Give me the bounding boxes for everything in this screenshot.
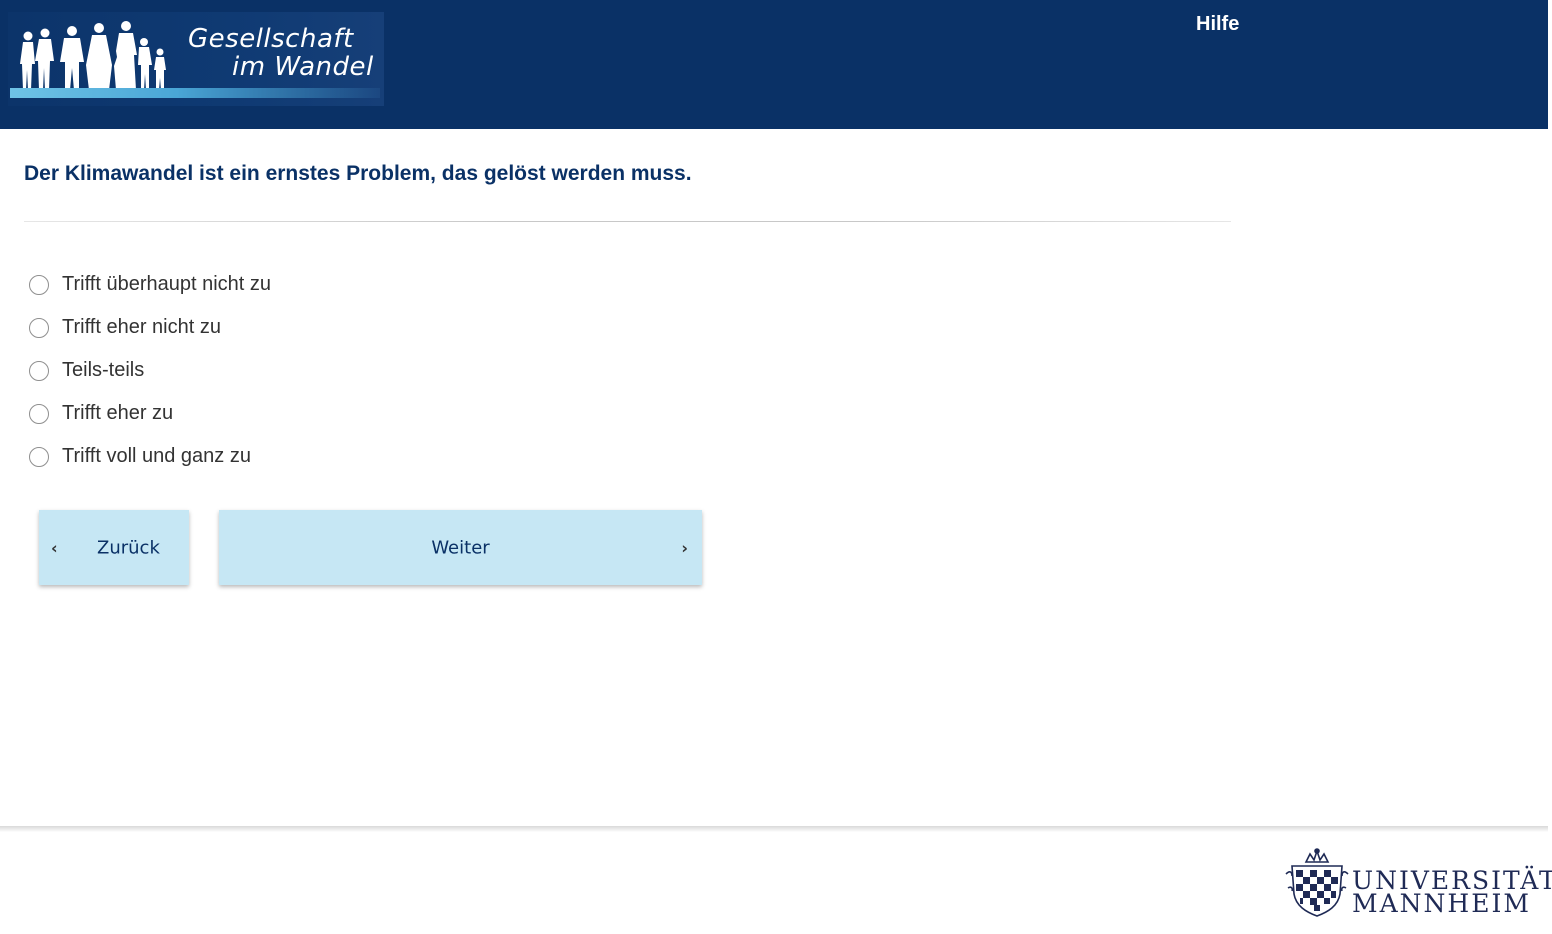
answer-option[interactable]: Trifft voll und ganz zu <box>28 435 628 478</box>
chevron-left-icon: ‹ <box>51 538 58 557</box>
gesellschaft-im-wandel-logo: Gesellschaft im Wandel <box>8 12 384 106</box>
answer-option-label[interactable]: Teils-teils <box>62 359 144 382</box>
question-divider <box>24 221 1231 222</box>
next-button-label: Weiter <box>431 537 490 558</box>
answer-option-label[interactable]: Trifft überhaupt nicht zu <box>62 273 271 296</box>
university-crest-icon <box>1285 848 1349 917</box>
answer-option[interactable]: Trifft überhaupt nicht zu <box>28 263 628 306</box>
answer-option[interactable]: Trifft eher nicht zu <box>28 306 628 349</box>
answer-option-label[interactable]: Trifft voll und ganz zu <box>62 445 251 468</box>
radio-button[interactable] <box>29 274 49 295</box>
next-button[interactable]: Weiter › <box>219 510 702 585</box>
help-link[interactable]: Hilfe <box>1196 13 1239 36</box>
logo-title-line1: Gesellschaft <box>188 24 354 54</box>
answer-option[interactable]: Trifft eher zu <box>28 392 628 435</box>
university-mannheim-logo: UNIVERSITÄT MANNHEIM <box>1284 848 1552 920</box>
question-text: Der Klimawandel ist ein ernstes Problem,… <box>24 162 692 185</box>
radio-button[interactable] <box>29 317 49 338</box>
answer-option-label[interactable]: Trifft eher zu <box>62 402 173 425</box>
radio-button[interactable] <box>29 403 49 424</box>
logo-title-line2: im Wandel <box>232 52 374 82</box>
header-bar: Gesellschaft im Wandel Hilfe <box>0 0 1548 129</box>
answer-options: Trifft überhaupt nicht zu Trifft eher ni… <box>28 263 628 478</box>
survey-page: Gesellschaft im Wandel Hilfe Der Klimawa… <box>0 0 1552 934</box>
back-button-label: Zurück <box>97 537 160 558</box>
answer-option-label[interactable]: Trifft eher nicht zu <box>62 316 221 339</box>
radio-button[interactable] <box>29 446 49 467</box>
logo-accent-stripe <box>10 88 380 98</box>
university-name-line2: MANNHEIM <box>1352 889 1531 918</box>
chevron-right-icon: › <box>681 538 688 557</box>
back-button[interactable]: ‹ Zurück <box>39 510 189 585</box>
radio-button[interactable] <box>29 360 49 381</box>
answer-option[interactable]: Teils-teils <box>28 349 628 392</box>
